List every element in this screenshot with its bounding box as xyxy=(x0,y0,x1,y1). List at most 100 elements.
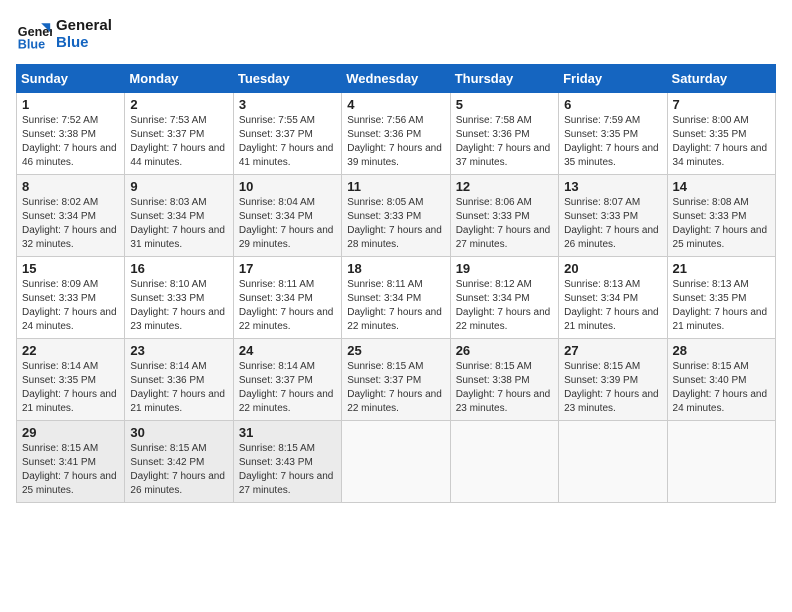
svg-text:Blue: Blue xyxy=(18,37,45,51)
day-number: 22 xyxy=(22,343,119,358)
day-number: 27 xyxy=(564,343,661,358)
day-number: 29 xyxy=(22,425,119,440)
calendar-day-cell: 17 Sunrise: 8:11 AMSunset: 3:34 PMDaylig… xyxy=(233,257,341,339)
day-info: Sunrise: 7:53 AMSunset: 3:37 PMDaylight:… xyxy=(130,114,227,170)
day-info: Sunrise: 8:14 AMSunset: 3:36 PMDaylight:… xyxy=(130,360,227,416)
day-number: 31 xyxy=(239,425,336,440)
day-info: Sunrise: 8:11 AMSunset: 3:34 PMDaylight:… xyxy=(347,278,444,334)
calendar-week-row: 8 Sunrise: 8:02 AMSunset: 3:34 PMDayligh… xyxy=(17,175,776,257)
day-number: 6 xyxy=(564,97,661,112)
day-number: 26 xyxy=(456,343,553,358)
day-info: Sunrise: 8:07 AMSunset: 3:33 PMDaylight:… xyxy=(564,196,661,252)
calendar-week-row: 1 Sunrise: 7:52 AMSunset: 3:38 PMDayligh… xyxy=(17,93,776,175)
day-info: Sunrise: 8:08 AMSunset: 3:33 PMDaylight:… xyxy=(673,196,770,252)
day-number: 25 xyxy=(347,343,444,358)
day-number: 12 xyxy=(456,179,553,194)
day-of-week-header: Wednesday xyxy=(342,65,450,93)
day-number: 24 xyxy=(239,343,336,358)
calendar-day-cell: 13 Sunrise: 8:07 AMSunset: 3:33 PMDaylig… xyxy=(559,175,667,257)
calendar-day-cell: 30 Sunrise: 8:15 AMSunset: 3:42 PMDaylig… xyxy=(125,421,233,503)
day-info: Sunrise: 8:14 AMSunset: 3:35 PMDaylight:… xyxy=(22,360,119,416)
calendar-day-cell: 12 Sunrise: 8:06 AMSunset: 3:33 PMDaylig… xyxy=(450,175,558,257)
logo-icon: General Blue xyxy=(16,16,52,52)
day-number: 17 xyxy=(239,261,336,276)
calendar-day-cell: 28 Sunrise: 8:15 AMSunset: 3:40 PMDaylig… xyxy=(667,339,775,421)
calendar-day-cell: 18 Sunrise: 8:11 AMSunset: 3:34 PMDaylig… xyxy=(342,257,450,339)
calendar-day-cell: 24 Sunrise: 8:14 AMSunset: 3:37 PMDaylig… xyxy=(233,339,341,421)
day-info: Sunrise: 8:03 AMSunset: 3:34 PMDaylight:… xyxy=(130,196,227,252)
day-of-week-header: Thursday xyxy=(450,65,558,93)
day-number: 10 xyxy=(239,179,336,194)
calendar-body: 1 Sunrise: 7:52 AMSunset: 3:38 PMDayligh… xyxy=(17,93,776,503)
day-info: Sunrise: 8:05 AMSunset: 3:33 PMDaylight:… xyxy=(347,196,444,252)
day-info: Sunrise: 7:56 AMSunset: 3:36 PMDaylight:… xyxy=(347,114,444,170)
day-info: Sunrise: 7:59 AMSunset: 3:35 PMDaylight:… xyxy=(564,114,661,170)
calendar-day-cell: 4 Sunrise: 7:56 AMSunset: 3:36 PMDayligh… xyxy=(342,93,450,175)
header: General Blue General Blue xyxy=(16,16,776,52)
day-info: Sunrise: 8:15 AMSunset: 3:37 PMDaylight:… xyxy=(347,360,444,416)
day-number: 28 xyxy=(673,343,770,358)
day-info: Sunrise: 8:04 AMSunset: 3:34 PMDaylight:… xyxy=(239,196,336,252)
calendar-day-cell: 22 Sunrise: 8:14 AMSunset: 3:35 PMDaylig… xyxy=(17,339,125,421)
day-of-week-header: Monday xyxy=(125,65,233,93)
calendar-day-cell: 20 Sunrise: 8:13 AMSunset: 3:34 PMDaylig… xyxy=(559,257,667,339)
day-number: 21 xyxy=(673,261,770,276)
day-of-week-header: Friday xyxy=(559,65,667,93)
day-number: 13 xyxy=(564,179,661,194)
logo: General Blue General Blue xyxy=(16,16,112,52)
calendar-day-cell xyxy=(667,421,775,503)
calendar-day-cell: 25 Sunrise: 8:15 AMSunset: 3:37 PMDaylig… xyxy=(342,339,450,421)
day-info: Sunrise: 8:13 AMSunset: 3:35 PMDaylight:… xyxy=(673,278,770,334)
day-number: 1 xyxy=(22,97,119,112)
day-number: 30 xyxy=(130,425,227,440)
day-info: Sunrise: 8:15 AMSunset: 3:39 PMDaylight:… xyxy=(564,360,661,416)
day-number: 4 xyxy=(347,97,444,112)
calendar-day-cell: 6 Sunrise: 7:59 AMSunset: 3:35 PMDayligh… xyxy=(559,93,667,175)
calendar-day-cell: 5 Sunrise: 7:58 AMSunset: 3:36 PMDayligh… xyxy=(450,93,558,175)
calendar-day-cell: 7 Sunrise: 8:00 AMSunset: 3:35 PMDayligh… xyxy=(667,93,775,175)
day-info: Sunrise: 8:15 AMSunset: 3:40 PMDaylight:… xyxy=(673,360,770,416)
day-info: Sunrise: 8:15 AMSunset: 3:42 PMDaylight:… xyxy=(130,442,227,498)
day-number: 14 xyxy=(673,179,770,194)
calendar-day-cell: 31 Sunrise: 8:15 AMSunset: 3:43 PMDaylig… xyxy=(233,421,341,503)
day-info: Sunrise: 8:06 AMSunset: 3:33 PMDaylight:… xyxy=(456,196,553,252)
calendar-day-cell: 9 Sunrise: 8:03 AMSunset: 3:34 PMDayligh… xyxy=(125,175,233,257)
calendar-header-row: SundayMondayTuesdayWednesdayThursdayFrid… xyxy=(17,65,776,93)
day-info: Sunrise: 8:02 AMSunset: 3:34 PMDaylight:… xyxy=(22,196,119,252)
day-info: Sunrise: 8:15 AMSunset: 3:41 PMDaylight:… xyxy=(22,442,119,498)
day-info: Sunrise: 8:15 AMSunset: 3:43 PMDaylight:… xyxy=(239,442,336,498)
calendar-week-row: 22 Sunrise: 8:14 AMSunset: 3:35 PMDaylig… xyxy=(17,339,776,421)
day-info: Sunrise: 8:09 AMSunset: 3:33 PMDaylight:… xyxy=(22,278,119,334)
day-info: Sunrise: 8:14 AMSunset: 3:37 PMDaylight:… xyxy=(239,360,336,416)
calendar-day-cell: 27 Sunrise: 8:15 AMSunset: 3:39 PMDaylig… xyxy=(559,339,667,421)
day-info: Sunrise: 7:58 AMSunset: 3:36 PMDaylight:… xyxy=(456,114,553,170)
day-number: 7 xyxy=(673,97,770,112)
day-info: Sunrise: 8:00 AMSunset: 3:35 PMDaylight:… xyxy=(673,114,770,170)
day-number: 16 xyxy=(130,261,227,276)
day-info: Sunrise: 7:55 AMSunset: 3:37 PMDaylight:… xyxy=(239,114,336,170)
calendar-day-cell: 16 Sunrise: 8:10 AMSunset: 3:33 PMDaylig… xyxy=(125,257,233,339)
day-number: 19 xyxy=(456,261,553,276)
calendar-day-cell: 3 Sunrise: 7:55 AMSunset: 3:37 PMDayligh… xyxy=(233,93,341,175)
calendar-day-cell xyxy=(450,421,558,503)
calendar-day-cell: 14 Sunrise: 8:08 AMSunset: 3:33 PMDaylig… xyxy=(667,175,775,257)
calendar-week-row: 29 Sunrise: 8:15 AMSunset: 3:41 PMDaylig… xyxy=(17,421,776,503)
calendar-day-cell: 15 Sunrise: 8:09 AMSunset: 3:33 PMDaylig… xyxy=(17,257,125,339)
calendar-week-row: 15 Sunrise: 8:09 AMSunset: 3:33 PMDaylig… xyxy=(17,257,776,339)
day-of-week-header: Tuesday xyxy=(233,65,341,93)
calendar-day-cell: 19 Sunrise: 8:12 AMSunset: 3:34 PMDaylig… xyxy=(450,257,558,339)
day-number: 5 xyxy=(456,97,553,112)
day-number: 9 xyxy=(130,179,227,194)
logo-line2: Blue xyxy=(56,34,112,51)
day-number: 20 xyxy=(564,261,661,276)
calendar: SundayMondayTuesdayWednesdayThursdayFrid… xyxy=(16,64,776,503)
day-info: Sunrise: 8:15 AMSunset: 3:38 PMDaylight:… xyxy=(456,360,553,416)
day-info: Sunrise: 8:11 AMSunset: 3:34 PMDaylight:… xyxy=(239,278,336,334)
calendar-day-cell: 26 Sunrise: 8:15 AMSunset: 3:38 PMDaylig… xyxy=(450,339,558,421)
day-info: Sunrise: 8:10 AMSunset: 3:33 PMDaylight:… xyxy=(130,278,227,334)
calendar-day-cell: 29 Sunrise: 8:15 AMSunset: 3:41 PMDaylig… xyxy=(17,421,125,503)
day-of-week-header: Sunday xyxy=(17,65,125,93)
calendar-day-cell xyxy=(342,421,450,503)
day-info: Sunrise: 8:12 AMSunset: 3:34 PMDaylight:… xyxy=(456,278,553,334)
calendar-day-cell: 21 Sunrise: 8:13 AMSunset: 3:35 PMDaylig… xyxy=(667,257,775,339)
